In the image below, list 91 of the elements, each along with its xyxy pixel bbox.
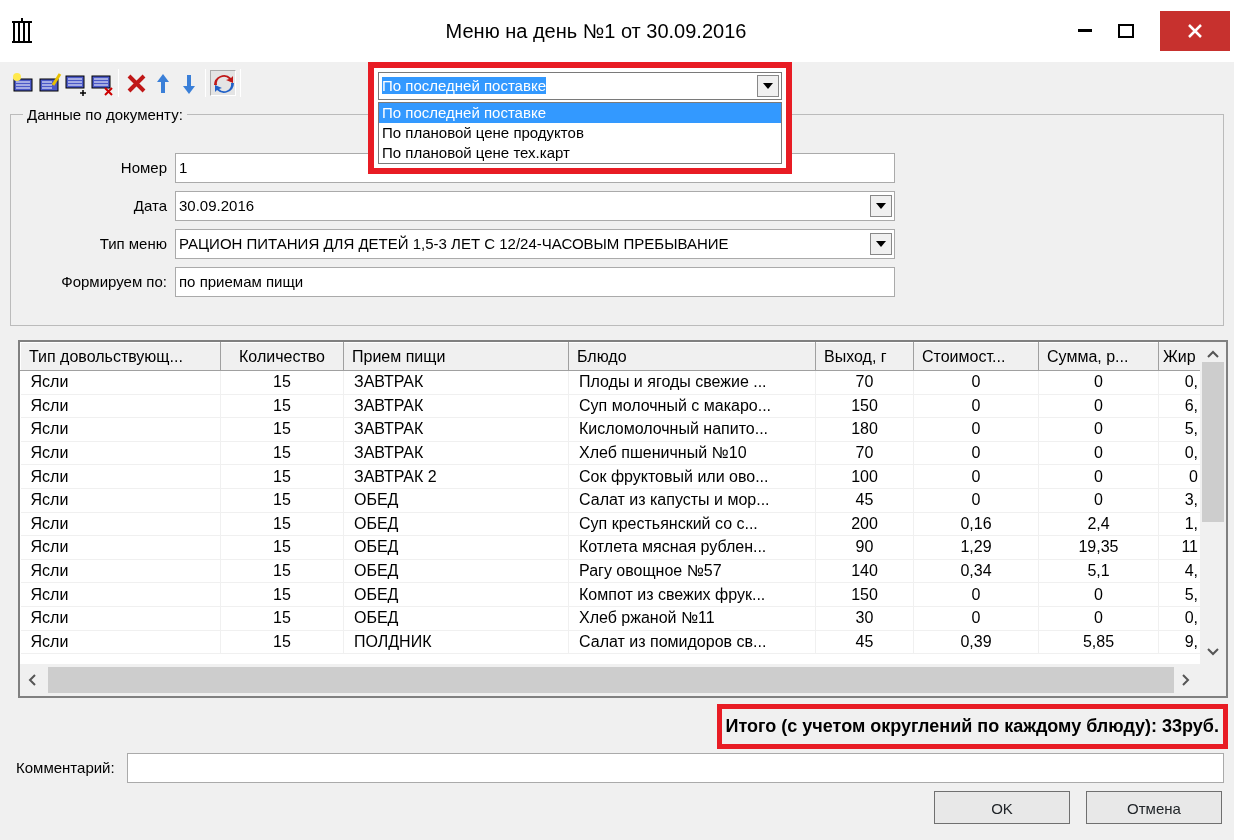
- table-cell: 0: [913, 582, 1039, 607]
- table-cell: 0: [1038, 370, 1159, 395]
- table-cell: 0: [913, 488, 1039, 513]
- table-cell: 100: [815, 464, 914, 489]
- table-cell: 2,4: [1038, 512, 1159, 536]
- table-cell: 15: [220, 370, 344, 395]
- table-cell: ЗАВТРАК: [343, 417, 569, 442]
- table-cell: 0: [913, 441, 1039, 465]
- table-cell: 0: [1038, 488, 1159, 513]
- table-cell: Ясли: [20, 606, 221, 631]
- table-cell: 15: [220, 512, 344, 536]
- field-label: Дата: [132, 195, 168, 216]
- table-cell: 0: [913, 606, 1039, 631]
- table-cell: 90: [815, 535, 914, 560]
- table-cell: 15: [220, 559, 344, 583]
- table-cell: Рагу овощное №57: [568, 559, 816, 583]
- field-label: Тип меню: [98, 233, 168, 254]
- table-cell: 0: [1038, 441, 1159, 465]
- table-cell: 0,34: [913, 559, 1039, 583]
- table-cell: 15: [220, 606, 344, 631]
- table-cell: 15: [220, 394, 344, 418]
- table-cell: Хлеб ржаной №11: [568, 606, 816, 631]
- table-cell: Компот из свежих фрук...: [568, 582, 816, 607]
- table-cell: 5,85: [1038, 630, 1159, 654]
- table-cell: ОБЕД: [343, 606, 569, 631]
- table-cell: 150: [815, 582, 914, 607]
- table-cell: 0,16: [913, 512, 1039, 536]
- table-cell: 5,1: [1038, 559, 1159, 583]
- table-cell: 15: [220, 417, 344, 442]
- table-cell: 70: [815, 370, 914, 395]
- comment-label: Комментарий:: [16, 757, 115, 778]
- table-cell: 15: [220, 441, 344, 465]
- total-text: Итого (с учетом округлений по каждому блюду): 33руб.: [716, 704, 1228, 749]
- table-cell: 150: [815, 394, 914, 418]
- table-cell: Ясли: [20, 417, 221, 442]
- table-cell: ОБЕД: [343, 488, 569, 513]
- table-cell: 30: [815, 606, 914, 631]
- table-cell: Плоды и ягоды свежие ...: [568, 370, 816, 395]
- table-cell: Ясли: [20, 441, 221, 465]
- table-cell: 200: [815, 512, 914, 536]
- table-cell: Ясли: [20, 370, 221, 395]
- field-label: Номер: [119, 157, 168, 178]
- table-cell: 15: [220, 464, 344, 489]
- table-cell: 0: [913, 394, 1039, 418]
- table-cell: 19,35: [1038, 535, 1159, 560]
- table-cell: Кисломолочный напито...: [568, 417, 816, 442]
- table-cell: ОБЕД: [343, 559, 569, 583]
- table-cell: ЗАВТРАК: [343, 370, 569, 395]
- table-cell: ОБЕД: [343, 535, 569, 560]
- table-cell: 0: [1038, 417, 1159, 442]
- table-cell: Ясли: [20, 512, 221, 536]
- table-cell: ОБЕД: [343, 512, 569, 536]
- table-cell: Ясли: [20, 630, 221, 654]
- table-cell: 0: [1038, 394, 1159, 418]
- table-cell: ОБЕД: [343, 582, 569, 607]
- table-cell: 0: [1038, 606, 1159, 631]
- table-cell: Сок фруктовый или ово...: [568, 464, 816, 489]
- table-cell: Суп крестьянский со с...: [568, 512, 816, 536]
- table-cell: 15: [220, 488, 344, 513]
- table-cell: Хлеб пшеничный №10: [568, 441, 816, 465]
- table-cell: Ясли: [20, 488, 221, 513]
- table-cell: 0: [913, 464, 1039, 489]
- table-cell: 140: [815, 559, 914, 583]
- table-cell: 70: [815, 441, 914, 465]
- table-cell: 0: [913, 417, 1039, 442]
- table-cell: 45: [815, 630, 914, 654]
- table-cell: 1,29: [913, 535, 1039, 560]
- table-cell: Ясли: [20, 464, 221, 489]
- table-cell: 0: [1038, 464, 1159, 489]
- table-cell: Котлета мясная рублен...: [568, 535, 816, 560]
- table-cell: 0: [913, 370, 1039, 395]
- table-cell: 15: [220, 535, 344, 560]
- table-cell: Салат из капусты и мор...: [568, 488, 816, 513]
- table-cell: Ясли: [20, 582, 221, 607]
- table-cell: 15: [220, 582, 344, 607]
- table-cell: 0,39: [913, 630, 1039, 654]
- table-cell: 0: [1038, 582, 1159, 607]
- table-cell: ЗАВТРАК 2: [343, 464, 569, 489]
- table-cell: ЗАВТРАК: [343, 441, 569, 465]
- table-cell: ЗАВТРАК: [343, 394, 569, 418]
- field-label: Формируем по:: [60, 271, 168, 292]
- table-cell: 15: [220, 630, 344, 654]
- table-cell: ПОЛДНИК: [343, 630, 569, 654]
- table-cell: Ясли: [20, 394, 221, 418]
- table-cell: Ясли: [20, 559, 221, 583]
- table-cell: Салат из помидоров св...: [568, 630, 816, 654]
- table-cell: 180: [815, 417, 914, 442]
- table-cell: Ясли: [20, 535, 221, 560]
- table-cell: 45: [815, 488, 914, 513]
- window-title: Меню на день №1 от 30.09.2016: [444, 19, 748, 44]
- table-cell: Суп молочный с макаро...: [568, 394, 816, 418]
